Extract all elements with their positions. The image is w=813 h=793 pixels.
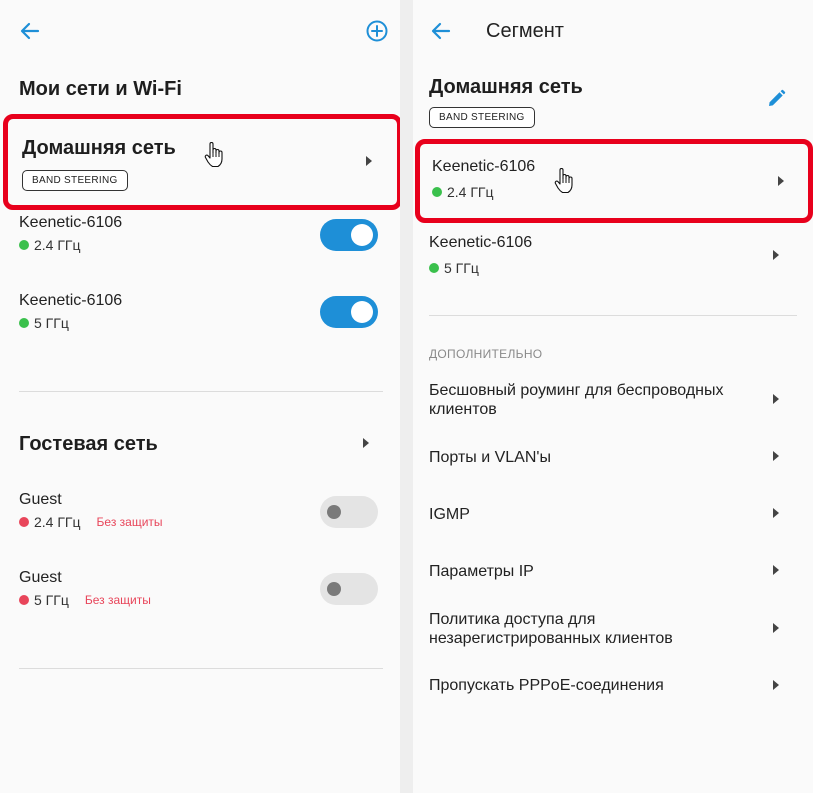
guest-toggle-5[interactable]: [320, 573, 378, 605]
wifi-toggle-5[interactable]: [320, 296, 378, 328]
status-dot-icon: [19, 517, 29, 527]
wifi-band: 2.4 ГГц: [34, 237, 81, 253]
wifi-name: Keenetic-6106: [432, 158, 536, 175]
chevron-right-icon: [773, 451, 779, 461]
divider: [19, 668, 383, 669]
section-label: ДОПОЛНИТЕЛЬНО: [429, 347, 543, 361]
menu-item-label: Порты и VLAN'ы: [429, 449, 551, 466]
menu-item-access-policy[interactable]: Политика доступа для незарегистрированны…: [413, 607, 813, 653]
divider: [429, 315, 797, 316]
hand-cursor-icon: [204, 142, 224, 168]
wifi-network-item: Guest 5 ГГц Без защиты: [19, 569, 319, 608]
status-dot-icon: [429, 263, 439, 273]
segment-title: Домашняя сеть: [429, 76, 583, 98]
menu-item-label: Бесшовный роуминг для беспроводных клиен…: [429, 382, 724, 418]
menu-item-roaming[interactable]: Бесшовный роуминг для беспроводных клиен…: [413, 378, 813, 424]
chevron-right-icon: [773, 394, 779, 404]
wifi-band: 5 ГГц: [34, 315, 69, 331]
home-network-row[interactable]: Домашняя сеть BAND STEERING: [3, 114, 400, 210]
chevron-right-icon: [773, 623, 779, 633]
menu-item-label: Параметры IP: [429, 563, 534, 580]
menu-item-label: IGMP: [429, 506, 470, 523]
status-dot-icon: [19, 240, 29, 250]
wifi-name: Guest: [19, 491, 62, 508]
chevron-right-icon: [773, 508, 779, 518]
wifi-network-5-row[interactable]: Keenetic-6106 5 ГГц: [413, 228, 813, 284]
menu-item-pppoe[interactable]: Пропускать PPPoE-соединения: [413, 668, 813, 704]
guest-toggle-2-4[interactable]: [320, 496, 378, 528]
page-title: Мои сети и Wi-Fi: [19, 78, 182, 100]
chevron-right-icon: [773, 565, 779, 575]
appbar-title: Сегмент: [486, 20, 564, 42]
wifi-band: 2.4 ГГц: [447, 184, 494, 200]
chevron-right-icon: [773, 680, 779, 690]
segment-screen: Сегмент Домашняя сеть BAND STEERING Keen…: [413, 0, 813, 793]
wifi-name: Keenetic-6106: [429, 234, 533, 251]
add-network-icon[interactable]: [366, 20, 388, 42]
menu-item-label: Пропускать PPPoE-соединения: [429, 677, 664, 694]
chevron-right-icon: [778, 176, 784, 186]
networks-screen: Мои сети и Wi-Fi Домашняя сеть BAND STEE…: [0, 0, 400, 793]
wifi-name: Guest: [19, 569, 62, 586]
band-steering-badge: BAND STEERING: [429, 107, 535, 128]
menu-item-ip-params[interactable]: Параметры IP: [413, 554, 813, 590]
chevron-right-icon: [773, 250, 779, 260]
divider: [19, 391, 383, 392]
security-status: Без защиты: [84, 593, 151, 607]
chevron-right-icon: [366, 156, 372, 166]
status-dot-icon: [432, 187, 442, 197]
band-steering-badge: BAND STEERING: [22, 170, 128, 191]
wifi-band: 5 ГГц: [444, 260, 479, 276]
wifi-toggle-2-4[interactable]: [320, 219, 378, 251]
wifi-network-item: Guest 2.4 ГГц Без защиты: [19, 491, 319, 530]
wifi-band: 2.4 ГГц: [34, 514, 81, 530]
status-dot-icon: [19, 595, 29, 605]
wifi-band: 5 ГГц: [34, 592, 69, 608]
pencil-icon[interactable]: [766, 89, 786, 109]
menu-item-ports-vlan[interactable]: Порты и VLAN'ы: [413, 440, 813, 476]
chevron-right-icon: [363, 438, 369, 448]
security-status: Без защиты: [96, 515, 163, 529]
menu-item-label: Политика доступа для незарегистрированны…: [429, 611, 673, 647]
status-dot-icon: [19, 318, 29, 328]
back-arrow-icon[interactable]: [431, 21, 451, 41]
guest-network-row[interactable]: Гостевая сеть: [0, 420, 400, 468]
back-arrow-icon[interactable]: [20, 21, 40, 41]
home-network-title: Домашняя сеть: [22, 137, 176, 159]
hand-cursor-icon: [554, 168, 574, 194]
menu-item-igmp[interactable]: IGMP: [413, 497, 813, 533]
guest-network-title: Гостевая сеть: [19, 433, 158, 455]
wifi-network-2-4-row[interactable]: Keenetic-6106 2.4 ГГц: [415, 139, 813, 223]
